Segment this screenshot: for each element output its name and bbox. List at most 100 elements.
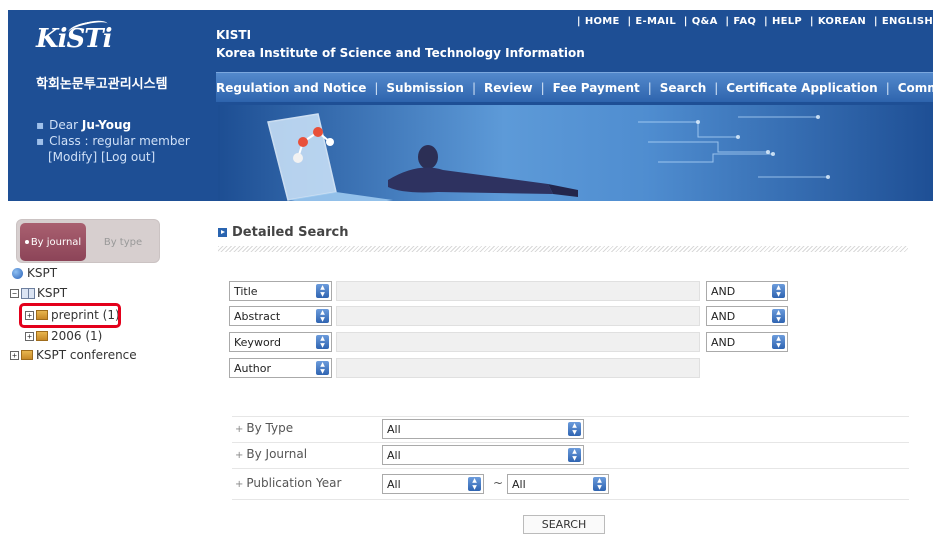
expand-icon[interactable]: + [10, 350, 19, 360]
collapse-icon[interactable]: − [10, 288, 19, 298]
operator-value: AND [711, 309, 736, 323]
top-link-home[interactable]: HOME [585, 16, 620, 27]
header-left-panel: KiSTi 학회논문투고관리시스템 ▪ Dear Ju-Youg ▪ Class :… [8, 10, 218, 201]
filter-divider [232, 468, 909, 469]
nav-submission[interactable]: Submission [386, 81, 464, 95]
tab-by-journal[interactable]: By journal [20, 223, 86, 261]
type-select[interactable]: All ▲ ▼ [382, 419, 584, 439]
dropdown-icon: ▲ ▼ [316, 284, 329, 298]
search-input-1[interactable] [336, 281, 700, 301]
top-link-email[interactable]: E-MAIL [635, 16, 676, 27]
main-nav: Regulation and Notice | Submission | Rev… [216, 72, 933, 102]
plus-icon: + [235, 479, 244, 490]
filter-label-year: + Publication Year [235, 476, 341, 490]
expand-icon[interactable]: + [25, 331, 34, 341]
bullet-icon: ▪ [36, 134, 45, 148]
user-class: Class : regular member [49, 134, 190, 148]
top-link-korean[interactable]: KOREAN [818, 16, 866, 27]
dropdown-icon: ▲ ▼ [593, 477, 606, 491]
search-input-4[interactable] [336, 358, 700, 378]
field-select-3[interactable]: Keyword ▲ ▼ [229, 332, 332, 352]
dropdown-icon: ▲ ▼ [772, 284, 785, 298]
year-from-value: All [387, 477, 401, 491]
filter-divider [232, 499, 909, 500]
journal-select-value: All [387, 448, 401, 462]
search-button[interactable]: SEARCH [523, 515, 605, 534]
operator-select-1[interactable]: AND ▲ ▼ [706, 281, 788, 301]
tree-root-label: KSPT [27, 266, 58, 280]
tree-journal[interactable]: − KSPT [10, 286, 67, 300]
filter-label-journal: + By Journal [235, 447, 307, 461]
folder-icon [36, 331, 48, 341]
page-title: Detailed Search [218, 225, 348, 240]
field-select-2[interactable]: Abstract ▲ ▼ [229, 306, 332, 326]
search-input-3[interactable] [336, 332, 700, 352]
modify-link[interactable]: [Modify] [48, 150, 97, 164]
nav-search[interactable]: Search [660, 81, 706, 95]
nav-fee-payment[interactable]: Fee Payment [553, 81, 640, 95]
tab-by-journal-label: By journal [30, 236, 82, 248]
header: KiSTi 학회논문투고관리시스템 ▪ Dear Ju-Youg ▪ Class :… [8, 10, 933, 201]
tree-conference-label: KSPT conference [36, 348, 137, 362]
top-link-help[interactable]: HELP [772, 16, 802, 27]
field-select-value: Keyword [234, 335, 281, 349]
tab-by-type[interactable]: By type [89, 223, 157, 261]
top-link-english[interactable]: ENGLISH [882, 16, 933, 27]
sidebar-tabs: By journal By type [16, 219, 160, 263]
tree-journal-label: KSPT [37, 286, 68, 300]
tree-item-2006[interactable]: + 2006 (1) [25, 329, 102, 343]
field-select-value: Abstract [234, 309, 281, 323]
year-to-select[interactable]: All ▲ ▼ [507, 474, 609, 494]
nav-regulation-notice[interactable]: Regulation and Notice [216, 81, 366, 95]
year-from-select[interactable]: All ▲ ▼ [382, 474, 484, 494]
dropdown-icon: ▲ ▼ [568, 422, 581, 436]
filter-label-text: By Journal [246, 447, 308, 461]
range-separator: ~ [493, 476, 504, 490]
filter-label-text: By Type [246, 421, 294, 435]
field-select-1[interactable]: Title ▲ ▼ [229, 281, 332, 301]
filter-divider [232, 416, 909, 417]
page-title-text: Detailed Search [232, 225, 349, 240]
year-to-value: All [512, 477, 526, 491]
site-name: KISTI [216, 28, 252, 42]
top-link-faq[interactable]: FAQ [733, 16, 756, 27]
tree-conference[interactable]: + KSPT conference [10, 348, 137, 362]
operator-select-3[interactable]: AND ▲ ▼ [706, 332, 788, 352]
filter-label-type: + By Type [235, 421, 293, 435]
dropdown-icon: ▲ ▼ [316, 361, 329, 375]
operator-value: AND [711, 284, 736, 298]
nav-community[interactable]: Community [898, 81, 933, 95]
field-select-4[interactable]: Author ▲ ▼ [229, 358, 332, 378]
greeting: Dear [49, 118, 79, 132]
field-select-value: Author [234, 361, 272, 375]
journal-select[interactable]: All ▲ ▼ [382, 445, 584, 465]
plus-icon: + [235, 424, 244, 435]
kisti-logo[interactable]: KiSTi [36, 24, 112, 54]
system-name: 학회논문투고관리시스템 [36, 77, 168, 92]
dropdown-icon: ▲ ▼ [316, 335, 329, 349]
book-icon [21, 287, 35, 299]
top-link-qna[interactable]: Q&A [692, 16, 718, 27]
filter-label-text: Publication Year [246, 476, 342, 490]
nav-review[interactable]: Review [484, 81, 533, 95]
site-full-name: Korea Institute of Science and Technolog… [216, 46, 585, 60]
field-select-value: Title [234, 284, 258, 298]
filter-divider [232, 442, 909, 443]
logout-link[interactable]: [Log out] [101, 150, 155, 164]
search-input-2[interactable] [336, 306, 700, 326]
operator-value: AND [711, 335, 736, 349]
tree-item-label: 2006 (1) [51, 329, 103, 343]
banner-illustration [267, 113, 830, 201]
type-select-value: All [387, 422, 401, 436]
bullet-icon: ▪ [36, 118, 45, 132]
dropdown-icon: ▲ ▼ [772, 309, 785, 323]
highlight-box [19, 303, 121, 328]
dropdown-icon: ▲ ▼ [772, 335, 785, 349]
globe-icon [12, 267, 23, 279]
tree-root[interactable]: KSPT [12, 266, 57, 280]
operator-select-2[interactable]: AND ▲ ▼ [706, 306, 788, 326]
nav-certificate-application[interactable]: Certificate Application [726, 81, 877, 95]
plus-icon: + [235, 450, 244, 461]
dropdown-icon: ▲ ▼ [316, 309, 329, 323]
top-links: | HOME | E-MAIL | Q&A | FAQ | HELP | KOREAN | E… [576, 16, 933, 27]
